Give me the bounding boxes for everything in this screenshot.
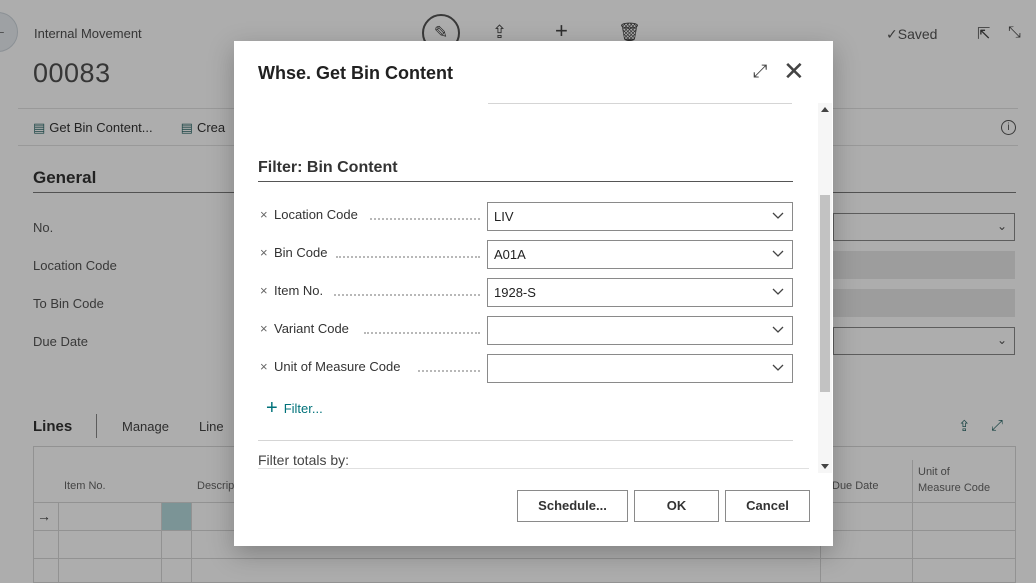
chevron-down-icon — [772, 364, 784, 371]
chevron-down-icon — [772, 250, 784, 257]
filter-row-item-no: × Item No. 1928-S — [258, 278, 793, 307]
add-filter-button[interactable]: + Filter... — [266, 397, 323, 419]
chevron-down-icon — [772, 326, 784, 333]
unit-of-measure-select[interactable] — [487, 354, 793, 383]
filter-section-title: Filter: Bin Content — [258, 159, 398, 176]
filter-row-variant-code: × Variant Code — [258, 316, 793, 345]
remove-filter-icon[interactable]: × — [260, 359, 268, 374]
bin-code-select[interactable]: A01A — [487, 240, 793, 269]
cancel-button[interactable]: Cancel — [725, 490, 810, 522]
remove-filter-icon[interactable]: × — [260, 245, 268, 260]
remove-filter-icon[interactable]: × — [260, 321, 268, 336]
variant-code-select[interactable] — [487, 316, 793, 345]
remove-filter-icon[interactable]: × — [260, 283, 268, 298]
filter-label: Location Code — [274, 207, 358, 222]
filter-value: A01A — [494, 247, 526, 262]
leader-dots — [364, 324, 480, 334]
filter-label: Unit of Measure Code — [274, 359, 401, 374]
plus-icon: + — [266, 397, 278, 419]
divider — [258, 468, 809, 469]
section-underline — [258, 181, 793, 182]
dialog-scrollbar[interactable] — [818, 103, 832, 473]
filter-value: 1928-S — [494, 285, 536, 300]
filter-value: LIV — [494, 209, 514, 224]
chevron-down-icon — [772, 212, 784, 219]
item-no-select[interactable]: 1928-S — [487, 278, 793, 307]
dialog-scroll-area: Filter: Bin Content × Location Code LIV … — [234, 103, 833, 473]
filter-row-location-code: × Location Code LIV — [258, 202, 793, 231]
chevron-down-icon — [772, 288, 784, 295]
filter-label: Bin Code — [274, 245, 328, 260]
leader-dots — [418, 362, 480, 372]
scrollbar-thumb[interactable] — [820, 195, 830, 392]
filter-totals-heading: Filter totals by: — [258, 452, 350, 468]
get-bin-content-dialog: Whse. Get Bin Content ⤢ ✕ Filter: Bin Co… — [234, 41, 833, 546]
expand-icon[interactable]: ⤢ — [753, 61, 767, 82]
leader-dots — [370, 210, 480, 220]
schedule-button[interactable]: Schedule... — [517, 490, 628, 522]
ok-button[interactable]: OK — [634, 490, 719, 522]
close-icon[interactable]: ✕ — [783, 56, 805, 86]
scroll-up-icon[interactable] — [821, 107, 829, 112]
add-filter-label: Filter... — [283, 400, 323, 416]
remove-filter-icon[interactable]: × — [260, 207, 268, 222]
location-code-select[interactable]: LIV — [487, 202, 793, 231]
scroll-down-icon[interactable] — [821, 464, 829, 469]
divider — [488, 103, 792, 104]
filter-row-unit-of-measure: × Unit of Measure Code — [258, 354, 793, 383]
dialog-title: Whse. Get Bin Content — [258, 63, 453, 83]
filter-row-bin-code: × Bin Code A01A — [258, 240, 793, 269]
leader-dots — [334, 286, 480, 296]
filter-label: Item No. — [274, 283, 324, 298]
leader-dots — [336, 248, 480, 258]
divider — [258, 440, 793, 441]
filter-label: Variant Code — [274, 321, 349, 336]
